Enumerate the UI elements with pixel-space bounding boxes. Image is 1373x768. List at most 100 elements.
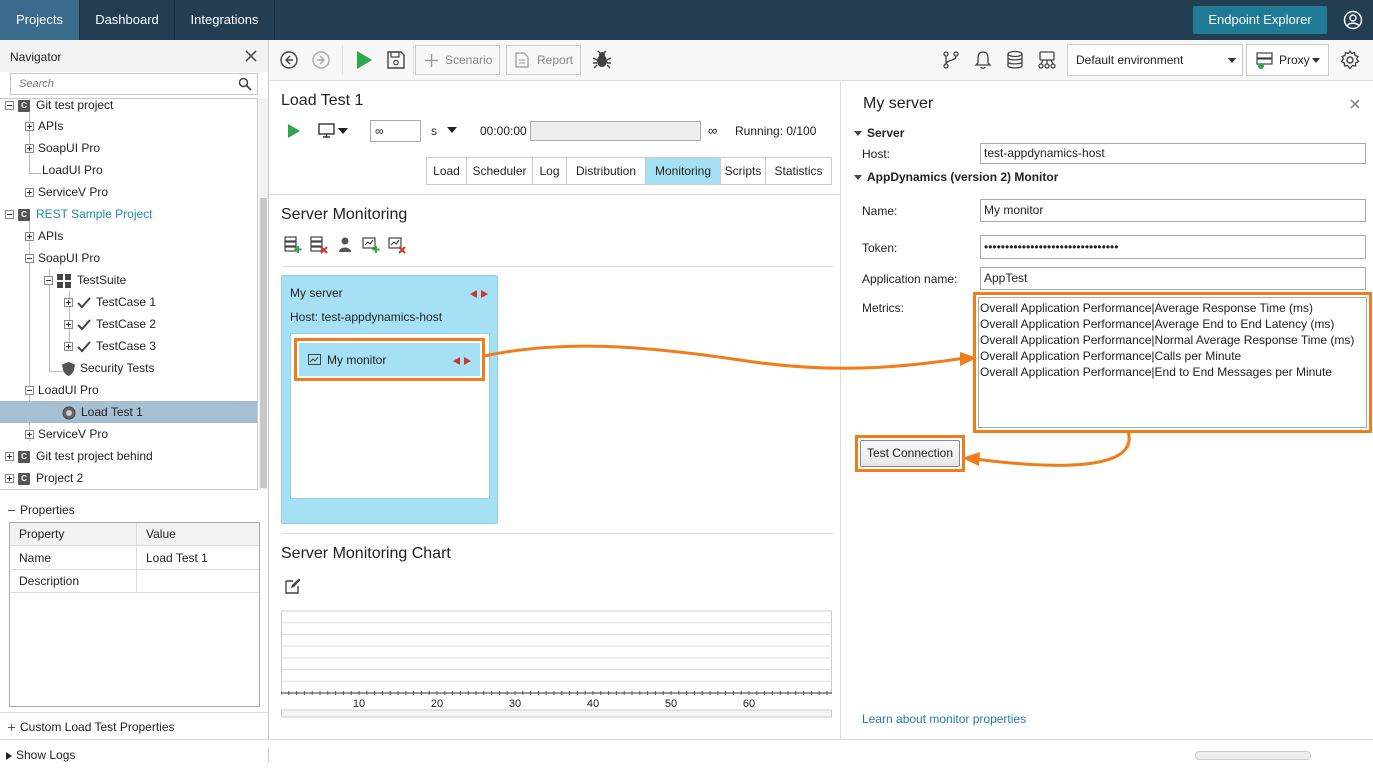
navigator-search[interactable] bbox=[10, 73, 258, 95]
scrollbar-thumb[interactable] bbox=[260, 198, 267, 488]
bell-icon[interactable] bbox=[973, 50, 993, 70]
tree-node-testcase-1[interactable]: TestCase 1 bbox=[64, 291, 156, 313]
expand-plus-icon[interactable] bbox=[64, 342, 73, 352]
collapse-minus-icon[interactable] bbox=[25, 254, 34, 264]
learn-about-monitor-properties-link[interactable]: Learn about monitor properties bbox=[862, 712, 1026, 726]
top-bar: Projects Dashboard Integrations Endpoint… bbox=[0, 0, 1373, 40]
tab-load[interactable]: Load bbox=[426, 157, 467, 185]
server-card[interactable]: My server Host: test-appdynamics-host My… bbox=[281, 275, 498, 524]
collapse-minus-icon[interactable] bbox=[44, 276, 53, 286]
expand-plus-icon[interactable] bbox=[5, 452, 14, 462]
expand-plus-icon[interactable] bbox=[25, 144, 34, 154]
collapse-minus-icon[interactable] bbox=[8, 507, 15, 514]
tab-log[interactable]: Log bbox=[532, 157, 567, 185]
endpoint-explorer-button[interactable]: Endpoint Explorer bbox=[1193, 6, 1327, 34]
agent-icon[interactable] bbox=[336, 236, 354, 254]
host-field[interactable]: test-appdynamics-host bbox=[980, 143, 1366, 164]
custom-load-test-properties[interactable]: Custom Load Test Properties bbox=[8, 720, 175, 734]
tab-dashboard[interactable]: Dashboard bbox=[80, 0, 175, 40]
tree-node-servicev-pro[interactable]: ServiceV Pro bbox=[25, 181, 108, 203]
tree-node-soapui-pro[interactable]: SoapUI Pro bbox=[25, 247, 100, 269]
test-connection-button[interactable]: Test Connection bbox=[860, 440, 960, 467]
remove-server-icon[interactable] bbox=[310, 236, 328, 254]
tree-node-testsuite[interactable]: TestSuite bbox=[44, 269, 126, 291]
expand-plus-icon[interactable] bbox=[5, 474, 14, 484]
monitor-section-header[interactable]: AppDynamics (version 2) Monitor bbox=[854, 170, 1058, 184]
tab-projects[interactable]: Projects bbox=[0, 0, 80, 40]
forward-icon[interactable] bbox=[311, 50, 331, 70]
tree-node-git-test-project-behind[interactable]: C Git test project behind bbox=[5, 445, 153, 467]
report-button[interactable]: Report bbox=[506, 45, 581, 75]
close-icon[interactable] bbox=[244, 49, 258, 63]
gear-icon[interactable] bbox=[1340, 50, 1360, 70]
tree-node-apis[interactable]: APIs bbox=[25, 115, 63, 137]
property-value[interactable] bbox=[136, 570, 146, 593]
environment-select[interactable]: Default environment bbox=[1067, 44, 1243, 76]
expand-plus-icon[interactable] bbox=[64, 298, 73, 308]
add-monitor-icon[interactable] bbox=[362, 236, 380, 254]
tree-label: ServiceV Pro bbox=[38, 427, 109, 441]
tab-integrations[interactable]: Integrations bbox=[175, 0, 275, 40]
tree-node-servicev-pro[interactable]: ServiceV Pro bbox=[25, 423, 108, 445]
tree-node-apis[interactable]: APIs bbox=[25, 225, 63, 247]
name-field[interactable]: My monitor bbox=[980, 199, 1366, 222]
remove-monitor-icon[interactable] bbox=[388, 236, 406, 254]
server-section-header[interactable]: Server bbox=[854, 126, 904, 140]
show-logs-toggle[interactable]: Show Logs bbox=[5, 748, 75, 762]
user-account-icon[interactable] bbox=[1343, 10, 1363, 30]
properties-header[interactable]: Properties bbox=[8, 503, 75, 517]
add-server-icon[interactable] bbox=[284, 236, 302, 254]
monitor-item[interactable]: My monitor bbox=[294, 338, 485, 381]
run-play-icon[interactable] bbox=[287, 123, 301, 139]
tree-node-security-tests[interactable]: Security Tests bbox=[62, 357, 154, 379]
git-branch-icon[interactable] bbox=[941, 50, 961, 70]
expand-plus-icon[interactable] bbox=[64, 320, 73, 330]
tree-node-git-test-project[interactable]: C Git test project bbox=[5, 99, 113, 116]
tree-node-soapui-pro[interactable]: SoapUI Pro bbox=[25, 137, 100, 159]
virtual-service-icon[interactable] bbox=[1037, 50, 1057, 70]
application-name-field[interactable]: AppTest bbox=[980, 267, 1366, 290]
tree-node-testcase-2[interactable]: TestCase 2 bbox=[64, 313, 156, 335]
horizontal-scrollbar[interactable] bbox=[1195, 751, 1311, 760]
tab-statistics[interactable]: Statistics bbox=[765, 157, 832, 185]
tab-scheduler[interactable]: Scheduler bbox=[466, 157, 533, 185]
table-row[interactable]: Description bbox=[10, 570, 259, 593]
computer-dropdown-icon[interactable] bbox=[318, 123, 352, 139]
metrics-field[interactable]: Overall Application Performance|Average … bbox=[978, 297, 1367, 428]
tree-node-rest-sample-project[interactable]: C REST Sample Project bbox=[5, 203, 153, 225]
run-play-icon[interactable] bbox=[354, 50, 374, 70]
database-icon[interactable] bbox=[1005, 50, 1025, 70]
tab-distribution[interactable]: Distribution bbox=[566, 157, 646, 185]
expand-plus-icon[interactable] bbox=[8, 724, 15, 732]
tree-node-project-2[interactable]: C Project 2 bbox=[5, 467, 83, 489]
expand-plus-icon[interactable] bbox=[25, 122, 34, 132]
collapse-minus-icon[interactable] bbox=[25, 386, 34, 396]
property-value[interactable]: Load Test 1 bbox=[136, 547, 208, 570]
expand-plus-icon[interactable] bbox=[25, 430, 34, 440]
collapse-minus-icon[interactable] bbox=[5, 210, 14, 220]
search-icon[interactable] bbox=[238, 77, 252, 91]
table-row[interactable]: Name Load Test 1 bbox=[10, 547, 259, 570]
duration-input[interactable]: ∞ bbox=[370, 120, 421, 142]
proxy-button[interactable]: Proxy bbox=[1246, 44, 1329, 76]
bug-icon[interactable] bbox=[592, 50, 612, 70]
search-input[interactable] bbox=[11, 74, 231, 94]
tree-node-testcase-3[interactable]: TestCase 3 bbox=[64, 335, 156, 357]
expand-plus-icon[interactable] bbox=[25, 232, 34, 242]
collapse-minus-icon[interactable] bbox=[5, 101, 14, 111]
scenario-button[interactable]: Scenario bbox=[415, 45, 500, 75]
close-icon[interactable] bbox=[1349, 98, 1361, 110]
tree-node-load-test-1[interactable]: Load Test 1 bbox=[0, 401, 257, 423]
save-icon[interactable] bbox=[386, 50, 406, 70]
chart-scrollbar[interactable] bbox=[281, 709, 832, 718]
edit-icon[interactable] bbox=[285, 578, 301, 594]
tree-node-loadui-pro[interactable]: LoadUI Pro bbox=[42, 159, 103, 181]
tree-scrollbar[interactable] bbox=[259, 98, 268, 490]
tab-monitoring[interactable]: Monitoring bbox=[645, 157, 721, 185]
duration-unit-select[interactable]: s bbox=[431, 122, 461, 140]
back-icon[interactable] bbox=[279, 50, 299, 70]
expand-plus-icon[interactable] bbox=[25, 188, 34, 198]
token-field[interactable]: •••••••••••••••••••••••••••••••• bbox=[980, 235, 1366, 259]
tab-scripts[interactable]: Scripts bbox=[720, 157, 766, 185]
tree-node-loadui-pro[interactable]: LoadUI Pro bbox=[25, 379, 99, 401]
